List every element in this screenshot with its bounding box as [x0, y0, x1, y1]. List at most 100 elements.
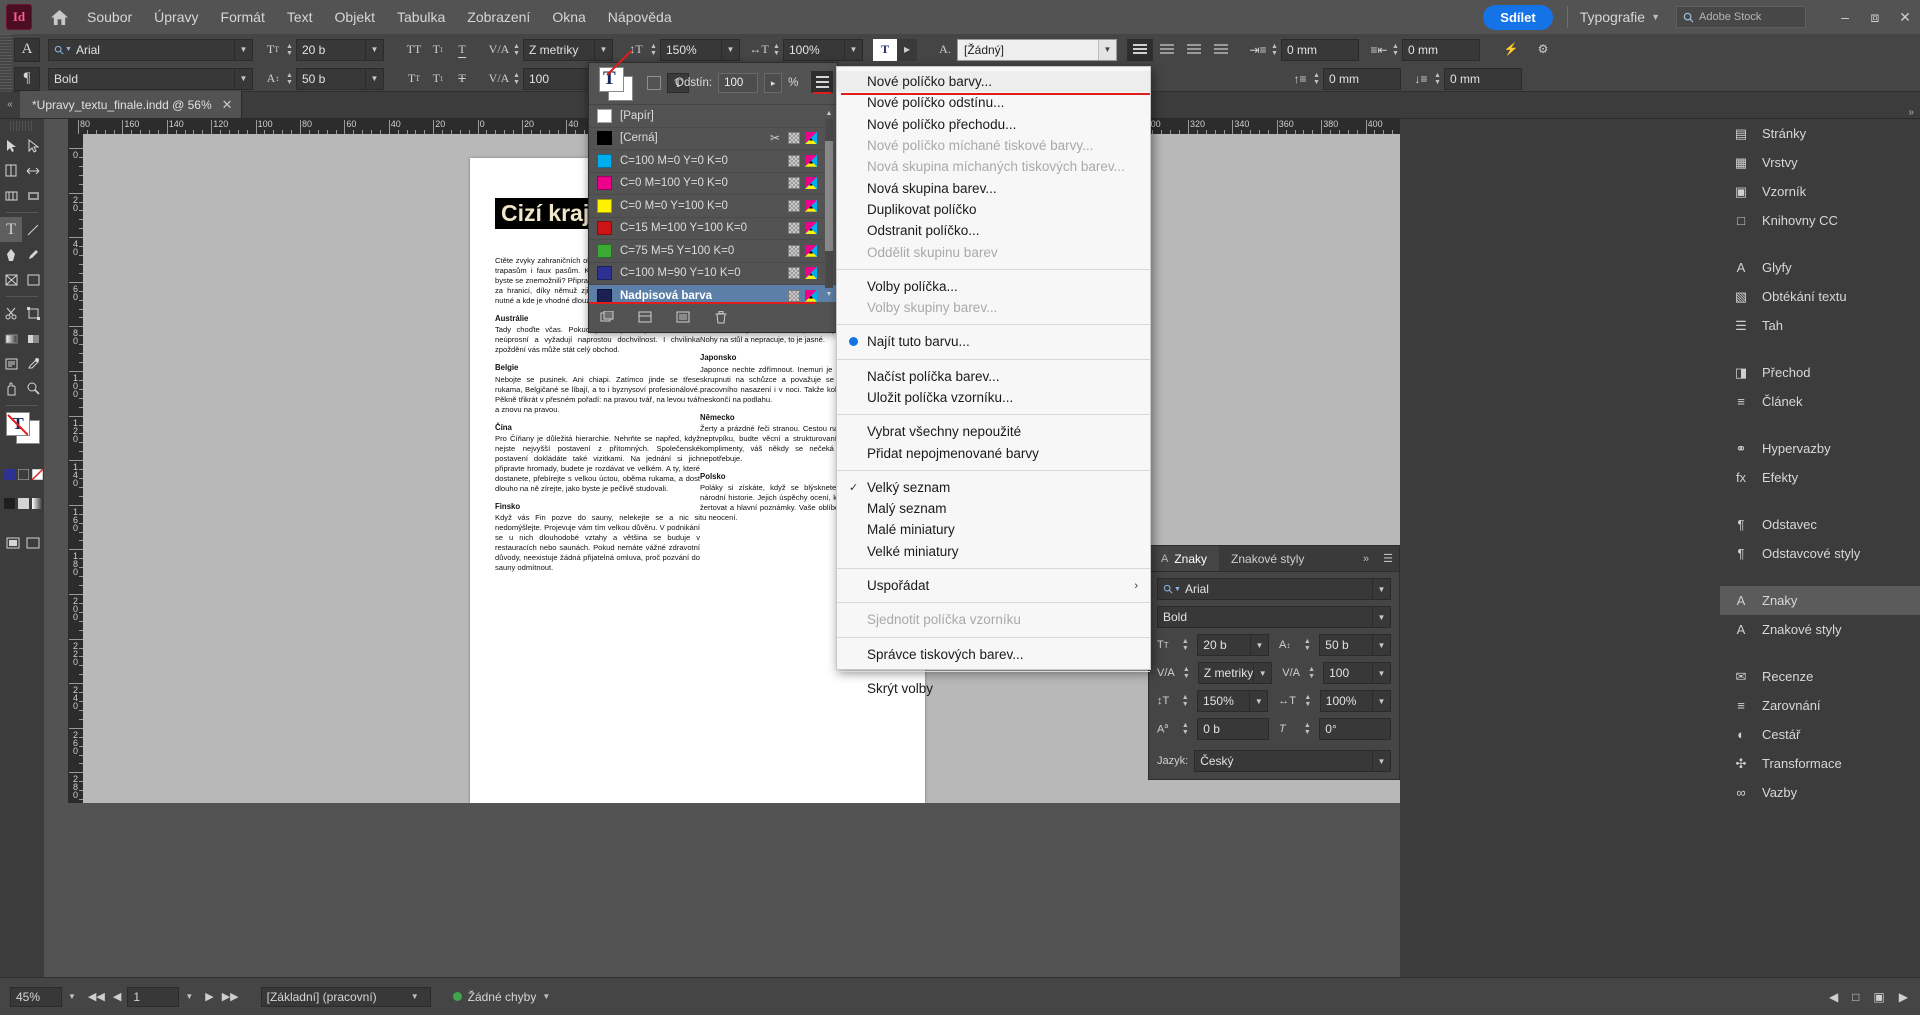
- zoom-tool[interactable]: [22, 376, 44, 401]
- context-menu-item[interactable]: Malý seznam: [837, 498, 1150, 519]
- cp-leading-stepper[interactable]: ▲▼: [1301, 634, 1313, 656]
- cp-baseline-combo[interactable]: 0 b: [1197, 718, 1269, 740]
- menu-upravy[interactable]: Úpravy: [143, 0, 209, 34]
- preflight-status[interactable]: Žádné chyby ▼: [453, 990, 557, 1004]
- menu-format[interactable]: Formát: [210, 0, 276, 34]
- cp-font-style-combo[interactable]: Bold ▼: [1157, 606, 1391, 628]
- fill-stroke-indicator[interactable]: T: [599, 67, 635, 101]
- quick-apply-icon[interactable]: ⚡: [1498, 39, 1524, 61]
- font-size-combo[interactable]: 20 b ▼: [296, 39, 384, 61]
- context-menu-item[interactable]: Nové políčko přechodu...: [837, 114, 1150, 135]
- cp-leading-combo[interactable]: 50 b ▼: [1319, 634, 1391, 656]
- vertical-scale-stepper[interactable]: ▲▼: [647, 39, 660, 61]
- cp-hscale-combo[interactable]: 100% ▼: [1320, 690, 1391, 712]
- dock-item-character-styles[interactable]: AZnakové styly: [1720, 615, 1920, 644]
- close-icon[interactable]: ✕: [222, 97, 233, 113]
- dock-item-paragraph[interactable]: ¶Odstavec: [1720, 510, 1920, 539]
- zoom-level-field[interactable]: 45%: [10, 987, 62, 1007]
- space-after-stepper[interactable]: ▲▼: [1431, 68, 1444, 90]
- context-menu-item[interactable]: Uspořádat›: [837, 575, 1150, 596]
- scissors-tool[interactable]: [0, 301, 22, 326]
- chevron-down-icon[interactable]: ▼: [594, 40, 612, 60]
- apply-gradient-icon[interactable]: [30, 491, 44, 516]
- chevron-down-icon[interactable]: ▼: [1372, 579, 1390, 599]
- vertical-scale-combo[interactable]: 150% ▼: [660, 39, 740, 61]
- formatting-affects-container-icon[interactable]: [3, 491, 17, 516]
- align-right-button[interactable]: [1181, 39, 1207, 61]
- dock-panel-list[interactable]: ▤Stránky▦Vrstvy▣Vzorník□Knihovny CCAGlyf…: [1720, 119, 1920, 977]
- apply-color-icon[interactable]: [3, 462, 17, 487]
- share-button[interactable]: Sdílet: [1483, 5, 1552, 30]
- cp-vscale-combo[interactable]: 150% ▼: [1197, 690, 1268, 712]
- home-icon[interactable]: [42, 0, 76, 34]
- content-placer-tool[interactable]: [22, 183, 44, 208]
- cp-font-family-combo[interactable]: ▼ Arial ▼: [1157, 578, 1391, 600]
- swatches-list[interactable]: [Papír][Černá]✂C=100 M=0 Y=0 K=0C=0 M=10…: [589, 105, 837, 302]
- dock-item-glyphs[interactable]: AGlyfy: [1720, 253, 1920, 282]
- direct-selection-tool[interactable]: [22, 133, 44, 158]
- context-menu-item[interactable]: Vybrat všechny nepoužité: [837, 421, 1150, 442]
- font-family-combo[interactable]: ▼ Arial ▼: [48, 39, 253, 61]
- chevron-down-icon[interactable]: ▼: [1249, 691, 1267, 711]
- fill-stroke-control[interactable]: T: [0, 410, 44, 462]
- swatch-row[interactable]: C=0 M=0 Y=100 K=0: [589, 195, 837, 218]
- character-panel[interactable]: A Znaky Znakové styly » ☰ ▼ Arial ▼: [1148, 545, 1400, 780]
- subscript-icon[interactable]: T1: [426, 68, 450, 90]
- context-menu-item[interactable]: Duplikovat políčko: [837, 199, 1150, 220]
- chevron-down-icon[interactable]: ▼: [1253, 663, 1271, 683]
- dock-item-transform[interactable]: ✣Transformace: [1720, 749, 1920, 778]
- chevron-down-icon[interactable]: ▼: [1372, 663, 1390, 683]
- cp-kerning-stepper[interactable]: ▲▼: [1181, 662, 1192, 684]
- cp-font-size-combo[interactable]: 20 b ▼: [1197, 634, 1269, 656]
- chevron-down-icon[interactable]: ▼: [844, 40, 862, 60]
- panel-menu-icon[interactable]: [811, 71, 833, 93]
- context-menu-item[interactable]: ✓Velký seznam: [837, 477, 1150, 498]
- line-tool[interactable]: [22, 217, 44, 242]
- chevron-down-icon[interactable]: ▼: [411, 992, 419, 1001]
- chevron-down-icon[interactable]: ▼: [365, 40, 383, 60]
- chevron-down-icon[interactable]: ▼: [234, 69, 252, 89]
- more-options-icon[interactable]: ▸: [897, 39, 917, 61]
- dock-item-swatches[interactable]: ▣Vzorník: [1720, 177, 1920, 206]
- leading-stepper[interactable]: ▲▼: [283, 68, 296, 90]
- gradient-swatch-tool[interactable]: [0, 326, 22, 351]
- hand-tool[interactable]: [0, 376, 22, 401]
- swatch-row[interactable]: C=0 M=100 Y=0 K=0: [589, 173, 837, 196]
- page-tool[interactable]: [0, 158, 22, 183]
- context-menu-item[interactable]: Velké miniatury: [837, 541, 1150, 562]
- horizontal-scale-combo[interactable]: 100% ▼: [783, 39, 863, 61]
- context-menu-item[interactable]: Správce tiskových barev...: [837, 644, 1150, 665]
- show-swatch-kinds-icon[interactable]: [637, 309, 653, 325]
- dock-item-character[interactable]: AZnaky: [1720, 586, 1920, 615]
- pencil-tool[interactable]: [22, 242, 44, 267]
- menu-soubor[interactable]: Soubor: [76, 0, 143, 34]
- tracking-stepper[interactable]: ▲▼: [510, 68, 523, 90]
- adobe-stock-search[interactable]: Adobe Stock: [1676, 6, 1806, 28]
- context-menu-item[interactable]: Skrýt volby: [837, 678, 1150, 699]
- dock-item-align[interactable]: ≡Zarovnání: [1720, 691, 1920, 720]
- next-spread-icon[interactable]: ▶: [1899, 990, 1908, 1004]
- format-container-icon[interactable]: [647, 76, 661, 90]
- new-swatch-icon[interactable]: [675, 309, 691, 325]
- cp-language-combo[interactable]: Český ▼: [1194, 750, 1391, 772]
- cp-font-size-stepper[interactable]: ▲▼: [1179, 634, 1191, 656]
- dock-item-text-wrap[interactable]: ▧Obtékání textu: [1720, 282, 1920, 311]
- menu-objekt[interactable]: Objekt: [324, 0, 386, 34]
- chevron-down-icon[interactable]: ▼: [1372, 691, 1390, 711]
- cp-hscale-stepper[interactable]: ▲▼: [1302, 690, 1314, 712]
- next-page-icon[interactable]: ▶: [205, 990, 213, 1003]
- all-caps-icon[interactable]: TT: [402, 39, 426, 61]
- minimize-button[interactable]: –: [1830, 0, 1860, 34]
- leading-combo[interactable]: 50 b ▼: [296, 68, 384, 90]
- dock-item-review[interactable]: ✉Recenze: [1720, 662, 1920, 691]
- kerning-stepper[interactable]: ▲▼: [510, 39, 523, 61]
- dock-item-gradient[interactable]: ◨Přechod: [1720, 358, 1920, 387]
- cp-kerning-combo[interactable]: Z metriky ▼: [1198, 662, 1272, 684]
- preview-mode-icon[interactable]: [23, 530, 43, 555]
- workspace-switcher-label[interactable]: Typografie: [1580, 9, 1645, 25]
- chevron-down-icon[interactable]: ▼: [721, 40, 739, 60]
- cp-skew-combo[interactable]: 0°: [1319, 718, 1391, 740]
- formatting-affects-text-icon[interactable]: [17, 491, 31, 516]
- justify-button[interactable]: [1208, 39, 1234, 61]
- first-page-icon[interactable]: ◀◀: [88, 990, 105, 1003]
